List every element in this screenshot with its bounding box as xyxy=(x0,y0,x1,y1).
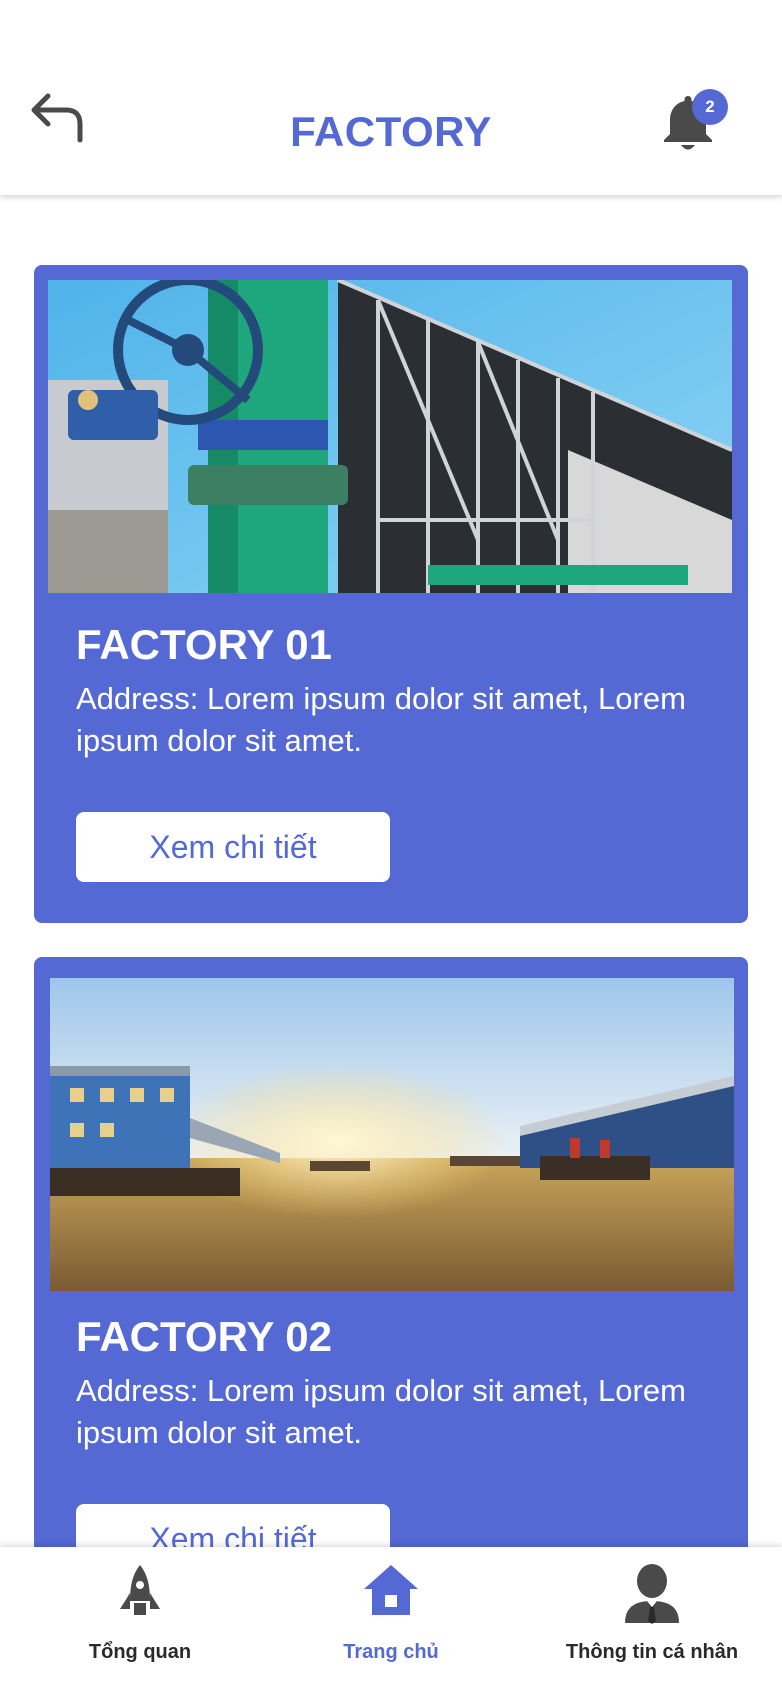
factory-photo xyxy=(50,978,734,1291)
home-icon xyxy=(364,1565,418,1615)
app-header: FACTORY 2 xyxy=(0,0,782,195)
user-icon xyxy=(625,1564,679,1624)
tab-label: Trang chủ xyxy=(343,1641,439,1663)
factory-list: FACTORY 01 Address: Lorem ipsum dolor si… xyxy=(0,195,782,1547)
tab-profile[interactable]: Thông tin cá nhân xyxy=(552,1547,752,1692)
bottom-tab-bar: Tổng quan Trang chủ Thông tin cá nhân xyxy=(0,1547,782,1692)
factory-address: Address: Lorem ipsum dolor sit amet, Lor… xyxy=(76,1373,686,1450)
factory-name: FACTORY 01 xyxy=(76,621,332,668)
factory-name: FACTORY 02 xyxy=(76,1313,332,1360)
tab-label: Tổng quan xyxy=(88,1641,192,1663)
factory-photo xyxy=(48,280,732,593)
notification-badge: 2 xyxy=(692,89,728,125)
tab-overview[interactable]: Tổng quan xyxy=(40,1547,240,1692)
factory-address: Address: Lorem ipsum dolor sit amet, Lor… xyxy=(76,681,686,758)
factory-card: FACTORY 02 Address: Lorem ipsum dolor si… xyxy=(34,957,748,1547)
rocket-icon xyxy=(120,1565,160,1615)
factory-card: FACTORY 01 Address: Lorem ipsum dolor si… xyxy=(34,265,748,923)
tab-home[interactable]: Trang chủ xyxy=(291,1547,491,1692)
tab-label: Thông tin cá nhân xyxy=(565,1641,739,1663)
view-details-button[interactable]: Xem chi tiết xyxy=(76,1504,390,1547)
view-details-button[interactable]: Xem chi tiết xyxy=(76,812,390,882)
